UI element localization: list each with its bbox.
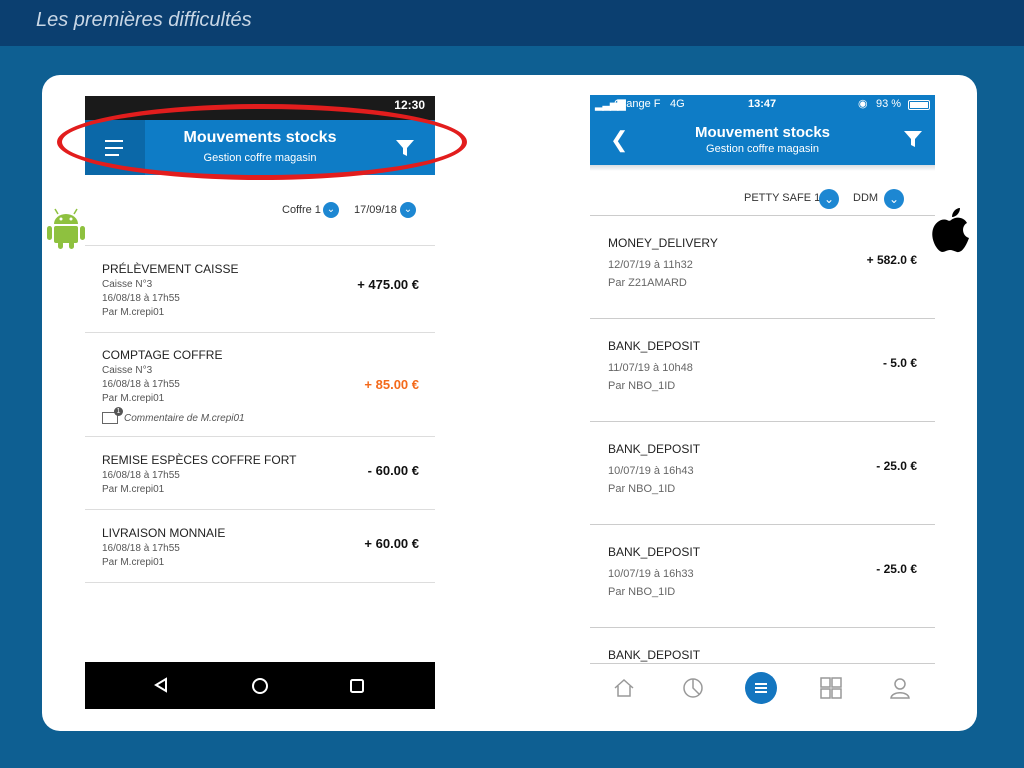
android-logo-icon <box>47 208 85 249</box>
item-line: Par M.crepi01 <box>102 484 165 495</box>
item-line: Par M.crepi01 <box>102 307 165 318</box>
item-date: 10/07/19 à 16h33 <box>608 568 694 580</box>
list-item[interactable]: BANK_DEPOSIT 10/07/19 à 16h43 Par NBO_1I… <box>590 422 935 525</box>
filter-icon[interactable] <box>903 129 923 149</box>
chevron-down-icon[interactable]: ⌄ <box>400 202 416 218</box>
item-date: 10/07/19 à 16h43 <box>608 465 694 477</box>
android-status-time: 12:30 <box>394 98 425 112</box>
list-item[interactable]: BANK_DEPOSIT 11/07/19 à 10h48 Par NBO_1I… <box>590 319 935 422</box>
item-author: Par NBO_1ID <box>608 483 676 495</box>
item-amount: + 475.00 € <box>357 277 419 292</box>
ios-movement-list: MONEY_DELIVERY 12/07/19 à 11h32 Par Z21A… <box>590 215 935 664</box>
slide-title: Les premières difficultés <box>36 9 252 31</box>
android-movement-list: PRÉLÈVEMENT CAISSE Caisse N°3 16/08/18 à… <box>85 245 435 583</box>
list-item[interactable]: MONEY_DELIVERY 12/07/19 à 11h32 Par Z21A… <box>590 216 935 319</box>
item-date: 11/07/19 à 10h48 <box>608 362 693 374</box>
orientation-lock-icon: ◉ <box>858 98 868 110</box>
item-title: COMPTAGE COFFRE <box>102 348 223 362</box>
list-item[interactable]: COMPTAGE COFFRE Caisse N°3 16/08/18 à 17… <box>85 333 435 437</box>
item-amount: + 60.00 € <box>364 536 419 551</box>
android-filter-row: Coffre 1 ⌄ 17/09/18 ⌄ <box>85 200 435 220</box>
item-amount: - 60.00 € <box>367 463 419 478</box>
recents-square-icon[interactable] <box>349 678 365 694</box>
item-title: BANK_DEPOSIT <box>608 442 701 456</box>
ios-filter-row: PETTY SAFE 1 ⌄ DDM ⌄ <box>590 188 935 209</box>
android-date-filter-label: 17/09/18 <box>354 204 397 216</box>
ios-network: 4G <box>670 98 685 110</box>
item-comment[interactable]: 1 Commentaire de M.crepi01 <box>102 407 418 424</box>
home-circle-icon[interactable] <box>251 677 269 695</box>
list-item[interactable]: BANK_DEPOSIT 10/07/19 à 16h33 Par NBO_1I… <box>590 525 935 628</box>
list-item[interactable]: REMISE ESPÈCES COFFRE FORT 16/08/18 à 17… <box>85 437 435 510</box>
android-nav-bar <box>85 662 435 709</box>
home-icon[interactable] <box>612 676 636 700</box>
comment-text: Commentaire de M.crepi01 <box>124 412 245 424</box>
item-author: Par NBO_1ID <box>608 586 676 598</box>
item-amount: - 25.0 € <box>876 562 917 576</box>
apple-logo-icon <box>932 208 969 253</box>
item-amount: - 25.0 € <box>876 459 917 473</box>
item-line: Par M.crepi01 <box>102 557 165 568</box>
item-line: Par M.crepi01 <box>102 393 165 404</box>
item-title: MONEY_DELIVERY <box>608 236 718 250</box>
item-amount: + 85.00 € <box>364 377 419 392</box>
ios-status-bar: ▂▃▅▇ Orange F 4G 13:47 ◉ 93 % <box>590 95 935 113</box>
battery-icon <box>908 100 930 110</box>
comment-count-badge: 1 <box>114 407 123 416</box>
highlight-oval <box>57 104 467 180</box>
list-item[interactable]: BANK_DEPOSIT <box>590 628 935 664</box>
list-item[interactable]: LIVRAISON MONNAIE 16/08/18 à 17h55 Par M… <box>85 510 435 583</box>
list-item[interactable]: PRÉLÈVEMENT CAISSE Caisse N°3 16/08/18 à… <box>85 246 435 333</box>
item-amount: - 5.0 € <box>882 356 917 370</box>
slide-top-bar: Les premières difficultés <box>0 0 1024 46</box>
ios-sort-filter-label: DDM <box>853 192 879 204</box>
chevron-down-icon[interactable]: ⌄ <box>819 189 839 209</box>
back-triangle-icon[interactable] <box>153 677 169 693</box>
grid-icon[interactable] <box>819 676 843 700</box>
ios-tab-bar <box>590 663 935 714</box>
envelope-icon: 1 <box>102 407 123 424</box>
ios-header-title: Mouvement stocks <box>694 124 831 141</box>
item-line: Caisse N°3 <box>102 365 153 376</box>
menu-icon[interactable] <box>745 672 777 704</box>
ios-header-shadow <box>590 165 935 171</box>
item-title: BANK_DEPOSIT <box>608 545 701 559</box>
item-title: BANK_DEPOSIT <box>608 339 701 353</box>
ios-battery-percent: 93 % <box>876 98 902 110</box>
item-title: PRÉLÈVEMENT CAISSE <box>102 262 239 276</box>
item-line: 16/08/18 à 17h55 <box>102 293 180 304</box>
ios-carrier: Orange F <box>614 98 661 110</box>
chart-icon[interactable] <box>681 676 705 700</box>
item-author: Par NBO_1ID <box>608 380 676 392</box>
android-safe-filter-label: Coffre 1 <box>282 204 321 216</box>
chevron-down-icon[interactable]: ⌄ <box>884 189 904 209</box>
item-author: Par Z21AMARD <box>608 277 687 289</box>
ios-header: ❮ Mouvement stocks Gestion coffre magasi… <box>590 113 935 165</box>
chevron-down-icon[interactable]: ⌄ <box>323 202 339 218</box>
item-amount: + 582.0 € <box>866 253 917 267</box>
item-title: BANK_DEPOSIT <box>608 648 701 662</box>
ios-header-subtitle: Gestion coffre magasin <box>706 143 819 155</box>
user-icon[interactable] <box>888 676 912 700</box>
ios-time: 13:47 <box>748 98 777 110</box>
ios-safe-filter-label: PETTY SAFE 1 <box>744 192 821 204</box>
